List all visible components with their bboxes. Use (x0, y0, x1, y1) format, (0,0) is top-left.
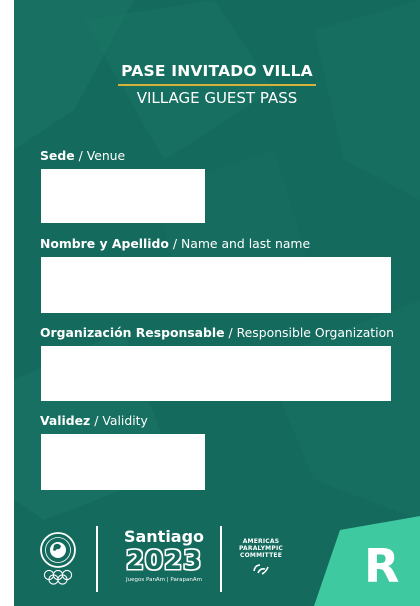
apc-line-2: PARALYMPIC (239, 545, 283, 552)
santiago-word: Santiago (123, 527, 205, 546)
validity-label-en: Validity (102, 413, 148, 428)
venue-field[interactable] (41, 169, 205, 223)
venue-label-en: Venue (86, 148, 126, 163)
title-spanish: PASE INVITADO VILLA (121, 62, 313, 80)
name-label-en: Name and last name (180, 236, 311, 251)
validity-label: Validez / Validity (40, 413, 148, 428)
name-label-es: Nombre y Apellido (40, 236, 169, 251)
corner-letter: R (364, 539, 400, 593)
venue-label: Sede / Venue (40, 148, 125, 163)
label-separator: / (228, 325, 237, 340)
footer-logos: Santiago 2023 Juegos PanAm | ParapanAm A… (14, 516, 420, 606)
apc-line-3: COMMITTEE (240, 552, 282, 559)
title-divider (118, 84, 316, 86)
logo-divider (220, 526, 222, 592)
name-field[interactable] (41, 257, 391, 313)
validity-label-es: Validez (40, 413, 91, 428)
americas-paralympic-logo: AMERICAS PARALYMPIC COMMITTEE (231, 538, 291, 576)
santiago-subtitle: Juegos PanAm | ParapanAm (126, 577, 202, 583)
panam-sports-seal-icon (40, 532, 76, 585)
organization-label-es: Organización Responsable (40, 325, 225, 340)
santiago-year: 2023 (125, 546, 203, 576)
label-separator: / (78, 148, 87, 163)
venue-label-es: Sede (40, 148, 75, 163)
organization-label: Organización Responsable / Responsible O… (40, 325, 394, 340)
logo-divider (96, 526, 98, 592)
label-separator: / (172, 236, 181, 251)
pass-title: PASE INVITADO VILLA VILLAGE GUEST PASS (14, 62, 420, 107)
name-label: Nombre y Apellido / Name and last name (40, 236, 310, 251)
organization-field[interactable] (41, 346, 391, 401)
guest-pass-card: PASE INVITADO VILLA VILLAGE GUEST PASS S… (14, 0, 420, 606)
organization-label-en: Responsible Organization (236, 325, 395, 340)
apc-line-1: AMERICAS (242, 538, 280, 545)
santiago-2023-logo: Santiago 2023 Juegos PanAm | ParapanAm (110, 528, 218, 584)
validity-field[interactable] (41, 434, 205, 490)
agitos-icon (253, 564, 269, 575)
title-english: VILLAGE GUEST PASS (136, 89, 298, 107)
